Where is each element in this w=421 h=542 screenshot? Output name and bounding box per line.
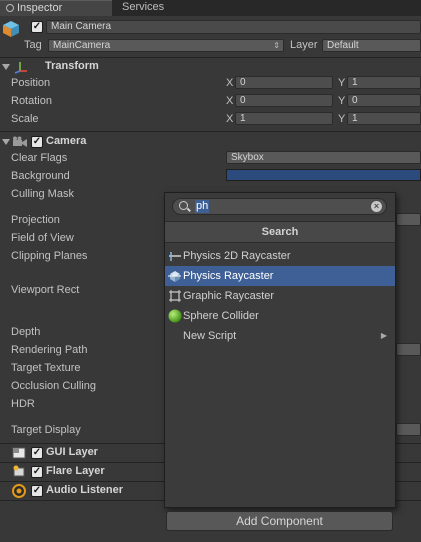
scale-x-label[interactable]: X <box>226 113 233 125</box>
culling-mask-label: Culling Mask <box>11 188 74 200</box>
object-name-value: Main Camera <box>51 21 112 32</box>
position-y-field[interactable]: 1 <box>347 76 421 89</box>
rotation-y-field[interactable]: 0 <box>347 94 421 107</box>
item-label: New Script <box>183 330 237 342</box>
depth-label: Depth <box>11 326 41 338</box>
rotation-x-value: 0 <box>240 95 246 106</box>
add-component-button[interactable]: Add Component <box>166 511 393 531</box>
scale-label: Scale <box>11 113 39 125</box>
scale-y-label[interactable]: Y <box>338 113 345 125</box>
submenu-arrow-icon: ▶ <box>380 331 387 340</box>
flare-layer-title: Flare Layer <box>46 465 105 477</box>
rotation-x-label[interactable]: X <box>226 95 233 107</box>
scale-x-field[interactable]: 1 <box>235 112 333 125</box>
list-item-new-script[interactable]: New Script ▶ <box>165 326 395 346</box>
scale-y-field[interactable]: 1 <box>347 112 421 125</box>
search-icon-handle <box>187 207 191 212</box>
gameobject-active-checkbox[interactable]: ✓ <box>31 21 43 33</box>
field-of-view-label: Field of View <box>11 232 74 244</box>
inspector-icon <box>6 4 14 12</box>
rotation-y-value: 0 <box>352 95 358 106</box>
dropdown-arrows-icon: ⇕ <box>273 41 280 50</box>
list-item-graphic-raycaster[interactable]: Graphic Raycaster <box>165 286 395 306</box>
background-label: Background <box>11 170 70 182</box>
rotation-x-field[interactable]: 0 <box>235 94 333 107</box>
audio-listener-title: Audio Listener <box>46 484 124 496</box>
gui-layer-checkbox[interactable]: ✓ <box>31 447 43 459</box>
audio-listener-icon <box>12 484 26 498</box>
layer-value: Default <box>327 40 359 51</box>
scale-y-value: 1 <box>352 113 358 124</box>
raycaster-2d-icon <box>168 249 182 263</box>
audio-listener-checkbox[interactable]: ✓ <box>31 485 43 497</box>
rendering-path-label: Rendering Path <box>11 344 88 356</box>
item-label: Sphere Collider <box>183 310 259 322</box>
item-label: Physics 2D Raycaster <box>183 250 291 262</box>
foldout-arrow-icon[interactable] <box>2 139 10 145</box>
object-name-field[interactable]: Main Camera <box>46 20 421 34</box>
transform-axes-icon <box>13 60 29 74</box>
rotation-label: Rotation <box>11 95 52 107</box>
layer-dropdown[interactable]: Default <box>322 39 421 52</box>
item-label: Physics Raycaster <box>183 270 274 282</box>
layer-label: Layer <box>290 39 318 51</box>
camera-title: Camera <box>46 135 87 147</box>
search-input[interactable]: ph × <box>172 198 387 215</box>
list-item-sphere-collider[interactable]: Sphere Collider <box>165 306 395 326</box>
position-y-value: 1 <box>352 77 358 88</box>
divider <box>0 131 421 132</box>
hdr-label: HDR <box>11 398 35 410</box>
clear-search-icon[interactable]: × <box>371 201 382 212</box>
gui-layer-title: GUI Layer <box>46 446 98 458</box>
background-color-field[interactable] <box>226 169 421 181</box>
tab-services-label: Services <box>122 1 165 13</box>
position-x-label[interactable]: X <box>226 77 233 89</box>
clear-flags-label: Clear Flags <box>11 152 68 164</box>
camera-component-icon <box>12 136 28 148</box>
clear-flags-value: Skybox <box>231 152 264 163</box>
foldout-arrow-icon[interactable] <box>2 64 10 70</box>
projection-dropdown[interactable] <box>396 213 421 226</box>
position-x-value: 0 <box>240 77 246 88</box>
position-x-field[interactable]: 0 <box>235 76 333 89</box>
camera-enabled-checkbox[interactable]: ✓ <box>31 136 43 148</box>
tab-inspector-label: Inspector <box>17 2 63 14</box>
viewport-rect-label: Viewport Rect <box>11 284 80 296</box>
divider <box>0 57 421 58</box>
target-display-dropdown[interactable] <box>396 423 421 436</box>
graphic-raycaster-icon <box>168 289 182 303</box>
tab-inspector[interactable]: Inspector <box>0 0 112 16</box>
position-y-label[interactable]: Y <box>338 77 345 89</box>
add-component-popup: ph × Search Physics 2D Raycaster Physics… <box>164 192 396 508</box>
search-heading: Search <box>165 221 395 243</box>
gameobject-cube-icon <box>2 20 20 38</box>
tag-dropdown[interactable]: MainCamera ⇕ <box>48 39 284 52</box>
scale-x-value: 1 <box>240 113 246 124</box>
search-value: ph <box>195 200 210 213</box>
rotation-y-label[interactable]: Y <box>338 95 345 107</box>
target-texture-label: Target Texture <box>11 362 81 374</box>
sphere-icon <box>168 309 182 323</box>
projection-label: Projection <box>11 214 60 226</box>
clipping-planes-label: Clipping Planes <box>11 250 88 262</box>
transform-title: Transform <box>45 60 99 72</box>
gui-layer-icon <box>12 447 26 459</box>
tab-bar: Inspector Services <box>0 0 421 16</box>
flare-layer-icon <box>12 465 26 477</box>
tab-services[interactable]: Services <box>116 0 196 16</box>
raycaster-icon <box>168 269 182 283</box>
tag-value: MainCamera <box>53 40 111 51</box>
list-item-physics-raycaster[interactable]: Physics Raycaster <box>165 266 395 286</box>
list-item-physics-2d-raycaster[interactable]: Physics 2D Raycaster <box>165 246 395 266</box>
item-label: Graphic Raycaster <box>183 290 275 302</box>
position-label: Position <box>11 77 51 89</box>
tag-label: Tag <box>24 39 42 51</box>
target-display-label: Target Display <box>11 424 81 436</box>
flare-layer-checkbox[interactable]: ✓ <box>31 466 43 478</box>
clear-flags-dropdown[interactable]: Skybox <box>226 151 421 164</box>
occlusion-culling-label: Occlusion Culling <box>11 380 96 392</box>
rendering-path-dropdown[interactable] <box>396 343 421 356</box>
